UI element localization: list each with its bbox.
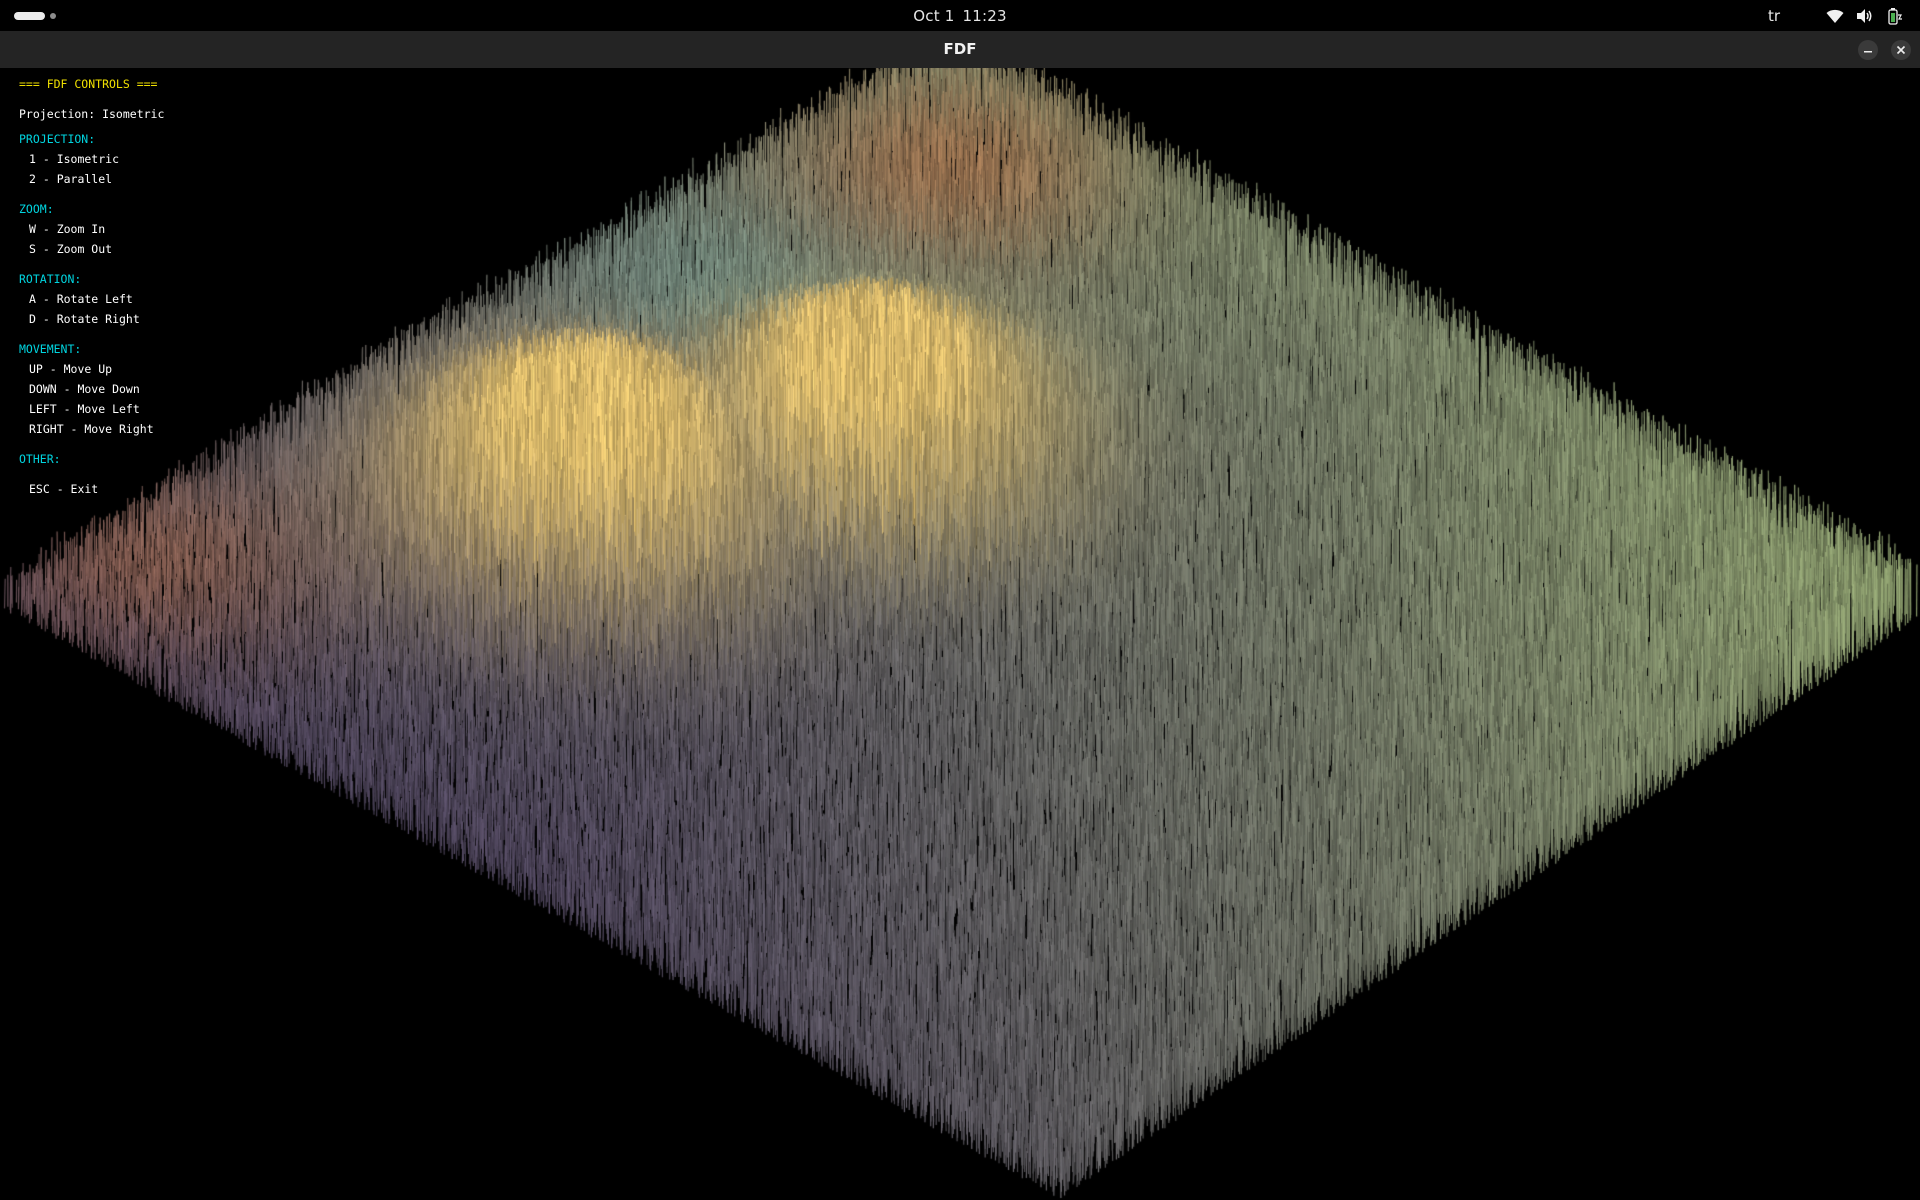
movement-section-label: MOVEMENT: [19, 342, 82, 356]
close-button[interactable] [1891, 40, 1911, 60]
control-item: A - Rotate Left [29, 292, 133, 306]
keyboard-layout[interactable]: tr [1768, 7, 1780, 25]
battery-icon[interactable] [1886, 7, 1904, 25]
close-icon [1896, 45, 1906, 55]
zoom-section-label: ZOOM: [19, 202, 54, 216]
control-item: 2 - Parallel [29, 172, 113, 186]
control-item: D - Rotate Right [29, 312, 140, 326]
control-item: DOWN - Move Down [29, 382, 140, 396]
control-item: S - Zoom Out [29, 242, 113, 256]
minimize-icon [1864, 51, 1872, 53]
rotation-section-label: ROTATION: [19, 272, 82, 286]
window-titlebar[interactable]: FDF [0, 31, 1920, 69]
clock-time: 11:23 [962, 7, 1007, 25]
controls-header: === FDF CONTROLS === [19, 77, 158, 91]
wifi-icon[interactable] [1826, 7, 1844, 25]
system-tray[interactable]: tr [1768, 6, 1904, 26]
minimize-button[interactable] [1858, 40, 1878, 60]
control-item: W - Zoom In [29, 222, 106, 236]
fdf-viewport[interactable]: === FDF CONTROLS === Projection: Isometr… [0, 68, 1920, 1200]
window-title: FDF [943, 40, 977, 58]
clock[interactable]: Oct 1 11:23 [0, 7, 1920, 25]
system-top-bar: Oct 1 11:23 tr [0, 0, 1920, 31]
projection-section-label: PROJECTION: [19, 132, 96, 146]
volume-icon[interactable] [1856, 7, 1874, 25]
control-item: UP - Move Up [29, 362, 113, 376]
control-item: RIGHT - Move Right [29, 422, 154, 436]
control-item: LEFT - Move Left [29, 402, 140, 416]
clock-date: Oct 1 [913, 7, 955, 25]
control-item: ESC - Exit [29, 482, 99, 496]
other-section-label: OTHER: [19, 452, 61, 466]
projection-status: Projection: Isometric [19, 107, 165, 121]
control-item: 1 - Isometric [29, 152, 120, 166]
wireframe-terrain-render[interactable] [0, 68, 1920, 1200]
